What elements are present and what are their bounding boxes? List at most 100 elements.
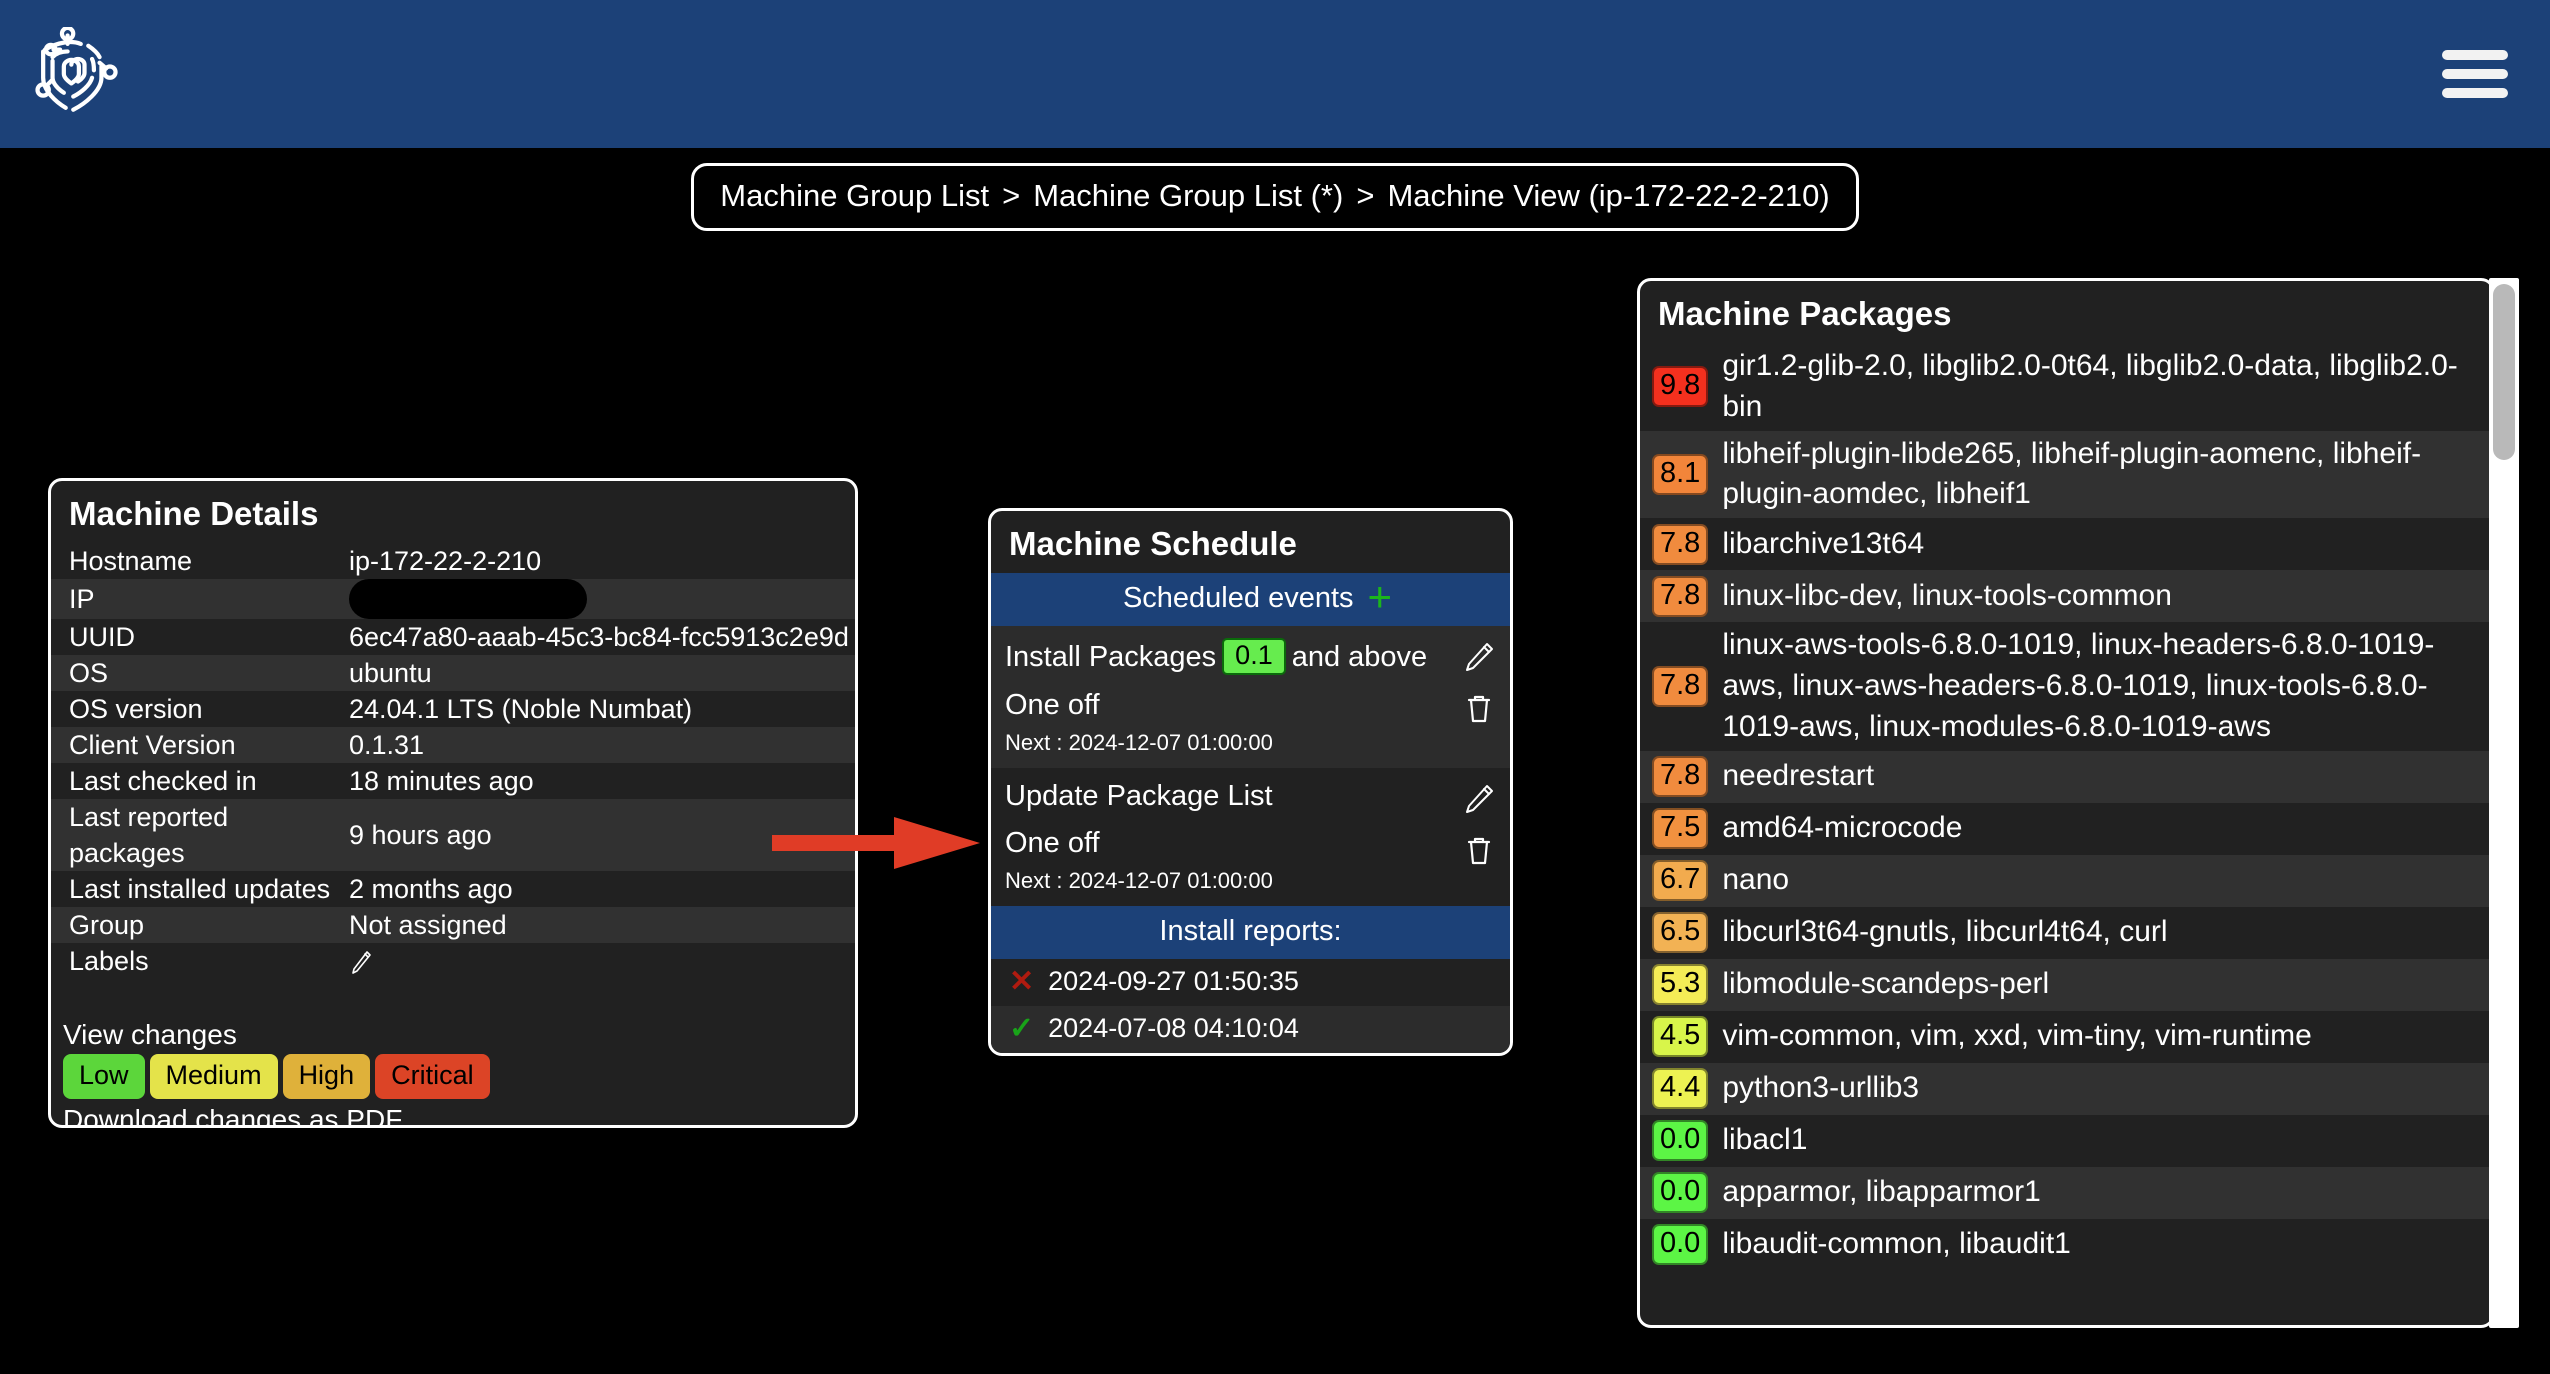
machine-details-row: UUID 6ec47a80-aaab-45c3-bc84-fcc5913c2e9d	[51, 619, 855, 655]
view-changes-critical-button[interactable]: Critical	[375, 1054, 490, 1099]
install-report-timestamp: 2024-07-08 04:10:04	[1048, 1013, 1299, 1043]
view-changes-high-button[interactable]: High	[282, 1054, 371, 1099]
edit-event-icon[interactable]	[1462, 640, 1496, 674]
package-row[interactable]: 6.5 libcurl3t64-gnutls, libcurl4t64, curl	[1640, 907, 2492, 959]
package-names: nano	[1722, 863, 1790, 897]
event-frequency: One off	[1005, 827, 1100, 859]
packages-scrollbar[interactable]	[2489, 278, 2519, 1328]
edit-event-icon[interactable]	[1462, 782, 1496, 816]
breadcrumb-item-machine-view[interactable]: Machine View (ip-172-22-2-210)	[1387, 178, 1829, 214]
install-report-row[interactable]: ✓ 2024-07-08 04:10:04	[991, 1006, 1510, 1053]
machine-schedule-title: Machine Schedule	[1009, 525, 1297, 562]
machine-details-row: Last checked in 18 minutes ago	[51, 763, 855, 799]
cvss-score-badge: 0.0	[1652, 1224, 1709, 1266]
package-names: libaudit-common, libaudit1	[1722, 1227, 2071, 1261]
cvss-score-badge: 7.8	[1652, 665, 1709, 707]
machine-details-value: 0.1.31	[349, 730, 425, 760]
machine-details-key: Last checked in	[69, 766, 257, 796]
package-row[interactable]: 5.3 libmodule-scandeps-perl	[1640, 958, 2492, 1011]
cvss-score-badge: 7.8	[1652, 523, 1709, 565]
shield-network-logo-icon[interactable]	[30, 25, 124, 121]
package-row[interactable]: 7.8 linux-libc-dev, linux-tools-common	[1640, 570, 2492, 623]
package-row[interactable]: 7.8 needrestart	[1640, 750, 2492, 803]
package-row[interactable]: 0.0 libaudit-common, libaudit1	[1640, 1219, 2492, 1271]
cvss-score-badge: 4.5	[1652, 1016, 1709, 1058]
scheduled-events-header[interactable]: Scheduled events +	[991, 573, 1510, 626]
delete-event-icon[interactable]	[1462, 692, 1496, 726]
machine-details-key: Hostname	[69, 546, 193, 576]
labels-edit-icon[interactable]	[341, 943, 855, 979]
cvss-score-badge: 0.0	[1652, 1172, 1709, 1214]
package-row[interactable]: 4.5 vim-common, vim, xxd, vim-tiny, vim-r…	[1640, 1011, 2492, 1063]
check-icon: ✓	[1009, 1011, 1035, 1045]
plus-icon[interactable]: +	[1368, 573, 1393, 620]
machine-packages-list[interactable]: 9.8 gir1.2-glib-2.0, libglib2.0-0t64, lib…	[1640, 343, 2492, 1325]
breadcrumb-item-machine-group-list-all[interactable]: Machine Group List (*)	[1033, 178, 1343, 214]
package-row[interactable]: 6.7 nano	[1640, 854, 2492, 907]
event-name-row: Update Package List	[991, 768, 1510, 823]
package-names: vim-common, vim, xxd, vim-tiny, vim-runt…	[1722, 1019, 2312, 1053]
hamburger-menu-icon[interactable]	[2442, 50, 2508, 98]
event-name-row: Install Packages 0.1 and above	[991, 626, 1510, 685]
packages-scrollbar-thumb[interactable]	[2493, 284, 2515, 460]
machine-details-value: 6ec47a80-aaab-45c3-bc84-fcc5913c2e9d	[349, 622, 849, 652]
event-next-run: Next : 2024-12-07 01:00:00	[1005, 868, 1273, 893]
package-row[interactable]: 7.5 amd64-microcode	[1640, 803, 2492, 855]
package-row[interactable]: 0.0 apparmor, libapparmor1	[1640, 1166, 2492, 1219]
package-names: linux-libc-dev, linux-tools-common	[1722, 578, 2172, 612]
machine-details-row: Group Not assigned	[51, 907, 855, 943]
package-row[interactable]: 9.8 gir1.2-glib-2.0, libglib2.0-0t64, lib…	[1640, 343, 2492, 431]
machine-details-row: Client Version 0.1.31	[51, 727, 855, 763]
package-names: linux-aws-tools-6.8.0-1019, linux-header…	[1722, 628, 2435, 743]
package-row[interactable]: 7.8 linux-aws-tools-6.8.0-1019, linux-hea…	[1640, 622, 2492, 750]
package-names: libarchive13t64	[1722, 526, 1925, 560]
machine-details-key: Client Version	[69, 730, 236, 760]
machine-details-key: OS	[69, 658, 109, 688]
breadcrumb-separator: >	[1002, 178, 1021, 213]
hamburger-bar	[2442, 88, 2508, 98]
cvss-score-badge: 6.7	[1652, 860, 1709, 902]
event-name: Install Packages	[1005, 641, 1217, 673]
machine-details-row: IP	[51, 579, 855, 619]
machine-details-value: ip-172-22-2-210	[349, 546, 542, 576]
machine-details-actions: View changes Low Medium High Critical Downl…	[51, 979, 855, 1128]
install-reports-label: Install reports:	[1159, 915, 1342, 947]
event-next-run: Next : 2024-12-07 01:00:00	[1005, 730, 1273, 755]
view-changes-low-button[interactable]: Low	[63, 1054, 145, 1099]
breadcrumb-separator: >	[1356, 178, 1375, 213]
package-names: needrestart	[1722, 759, 1875, 793]
download-pdf-label: Download changes as PDF	[63, 1104, 403, 1128]
machine-details-value: 18 minutes ago	[349, 766, 534, 796]
machine-details-row: Last reported packages 9 hours ago	[51, 799, 855, 871]
event-frequency: One off	[1005, 689, 1100, 721]
machine-details-row: Hostname ip-172-22-2-210	[51, 543, 855, 579]
machine-details-table: Hostname ip-172-22-2-210 IP UUID 6ec47a80-aa…	[51, 543, 855, 979]
package-names: gir1.2-glib-2.0, libglib2.0-0t64, libgli…	[1722, 349, 2458, 423]
package-row[interactable]: 4.4 python3-urllib3	[1640, 1062, 2492, 1115]
package-row[interactable]: 7.8 libarchive13t64	[1640, 518, 2492, 570]
hamburger-bar	[2442, 69, 2508, 79]
ip-redaction-block	[341, 579, 855, 619]
install-report-timestamp: 2024-09-27 01:50:35	[1048, 966, 1299, 996]
machine-details-value: 2 months ago	[349, 874, 513, 904]
event-name: Update Package List	[1005, 780, 1273, 812]
breadcrumb-container: Machine Group List > Machine Group List …	[0, 163, 2550, 231]
machine-details-value: 24.04.1 LTS (Noble Numbat)	[349, 694, 693, 724]
red-pointer-arrow-icon	[772, 817, 980, 869]
package-row[interactable]: 0.0 libacl1	[1640, 1115, 2492, 1167]
machine-details-value: ubuntu	[349, 658, 432, 688]
install-reports-header: Install reports:	[991, 906, 1510, 959]
machine-details-row: Labels	[51, 943, 855, 979]
delete-event-icon[interactable]	[1462, 834, 1496, 868]
package-row[interactable]: 8.1 libheif-plugin-libde265, libheif-plug…	[1640, 430, 2492, 519]
machine-details-key: Last installed updates	[69, 874, 331, 904]
scheduled-events-label: Scheduled events	[1122, 582, 1354, 614]
machine-details-key: UUID	[69, 622, 135, 652]
cvss-score-badge: 9.8	[1652, 366, 1709, 408]
install-report-row[interactable]: ✕ 2024-09-27 01:50:35	[991, 959, 1510, 1006]
view-changes-medium-button[interactable]: Medium	[149, 1054, 278, 1099]
redaction-bar	[349, 579, 587, 619]
cvss-score-badge: 7.5	[1652, 808, 1709, 850]
machine-details-key: Last reported packages	[69, 802, 229, 868]
breadcrumb-item-machine-group-list[interactable]: Machine Group List	[720, 178, 989, 214]
